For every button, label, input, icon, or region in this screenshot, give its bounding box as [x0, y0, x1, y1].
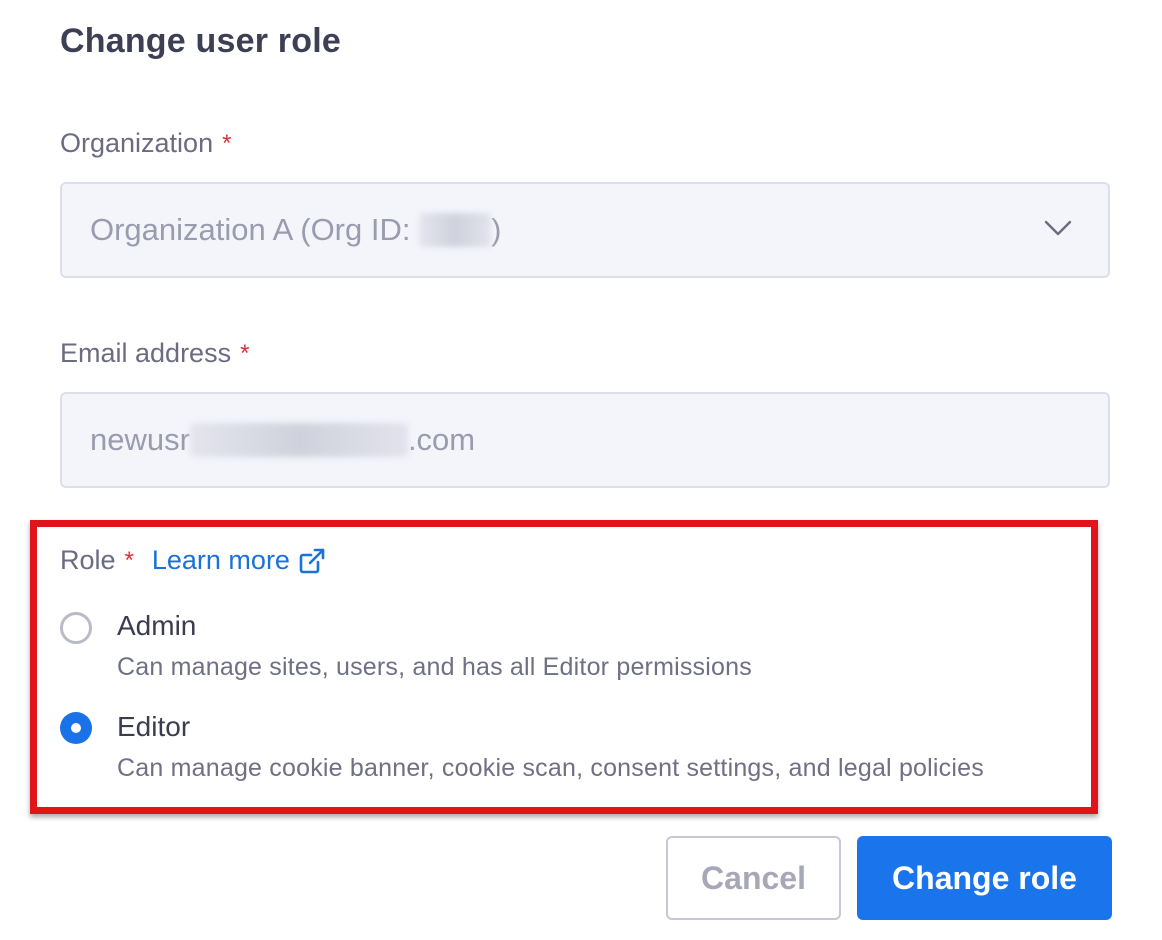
external-link-icon[interactable]: [298, 547, 326, 575]
dialog-title: Change user role: [60, 22, 341, 60]
role-option-admin-title[interactable]: Admin: [117, 610, 196, 642]
organization-value-prefix: Organization A (Org ID:: [90, 212, 420, 247]
organization-value-suffix: ): [491, 212, 502, 247]
radio-selected-dot: [71, 723, 81, 733]
organization-select[interactable]: Organization A (Org ID: ): [60, 182, 1110, 278]
learn-more-text[interactable]: Learn more: [152, 545, 290, 576]
role-option-editor-description: Can manage cookie banner, cookie scan, c…: [117, 754, 984, 782]
required-mark: *: [240, 339, 250, 367]
change-role-button[interactable]: Change role: [857, 836, 1112, 920]
redacted-org-id: [419, 213, 492, 247]
organization-label-text: Organization: [60, 128, 214, 158]
role-radio-editor[interactable]: [60, 712, 92, 744]
required-mark: *: [124, 546, 134, 574]
role-radio-admin[interactable]: [60, 612, 92, 644]
role-option-admin-description: Can manage sites, users, and has all Edi…: [117, 653, 752, 681]
redacted-email: [189, 423, 408, 457]
learn-more-link[interactable]: Learn more: [152, 545, 326, 576]
role-option-editor-title[interactable]: Editor: [117, 711, 190, 743]
email-value-suffix: .com: [407, 422, 476, 457]
email-field[interactable]: newusr .com: [60, 392, 1110, 488]
required-mark: *: [222, 129, 232, 157]
email-label: Email address *: [60, 338, 249, 369]
role-label-text: Role: [60, 545, 116, 575]
role-label: Role * Learn more: [60, 545, 326, 576]
chevron-down-icon[interactable]: [1044, 218, 1072, 238]
email-value-prefix: newusr: [90, 422, 190, 457]
organization-label: Organization *: [60, 128, 231, 159]
email-label-text: Email address: [60, 338, 232, 368]
cancel-button[interactable]: Cancel: [666, 836, 841, 920]
